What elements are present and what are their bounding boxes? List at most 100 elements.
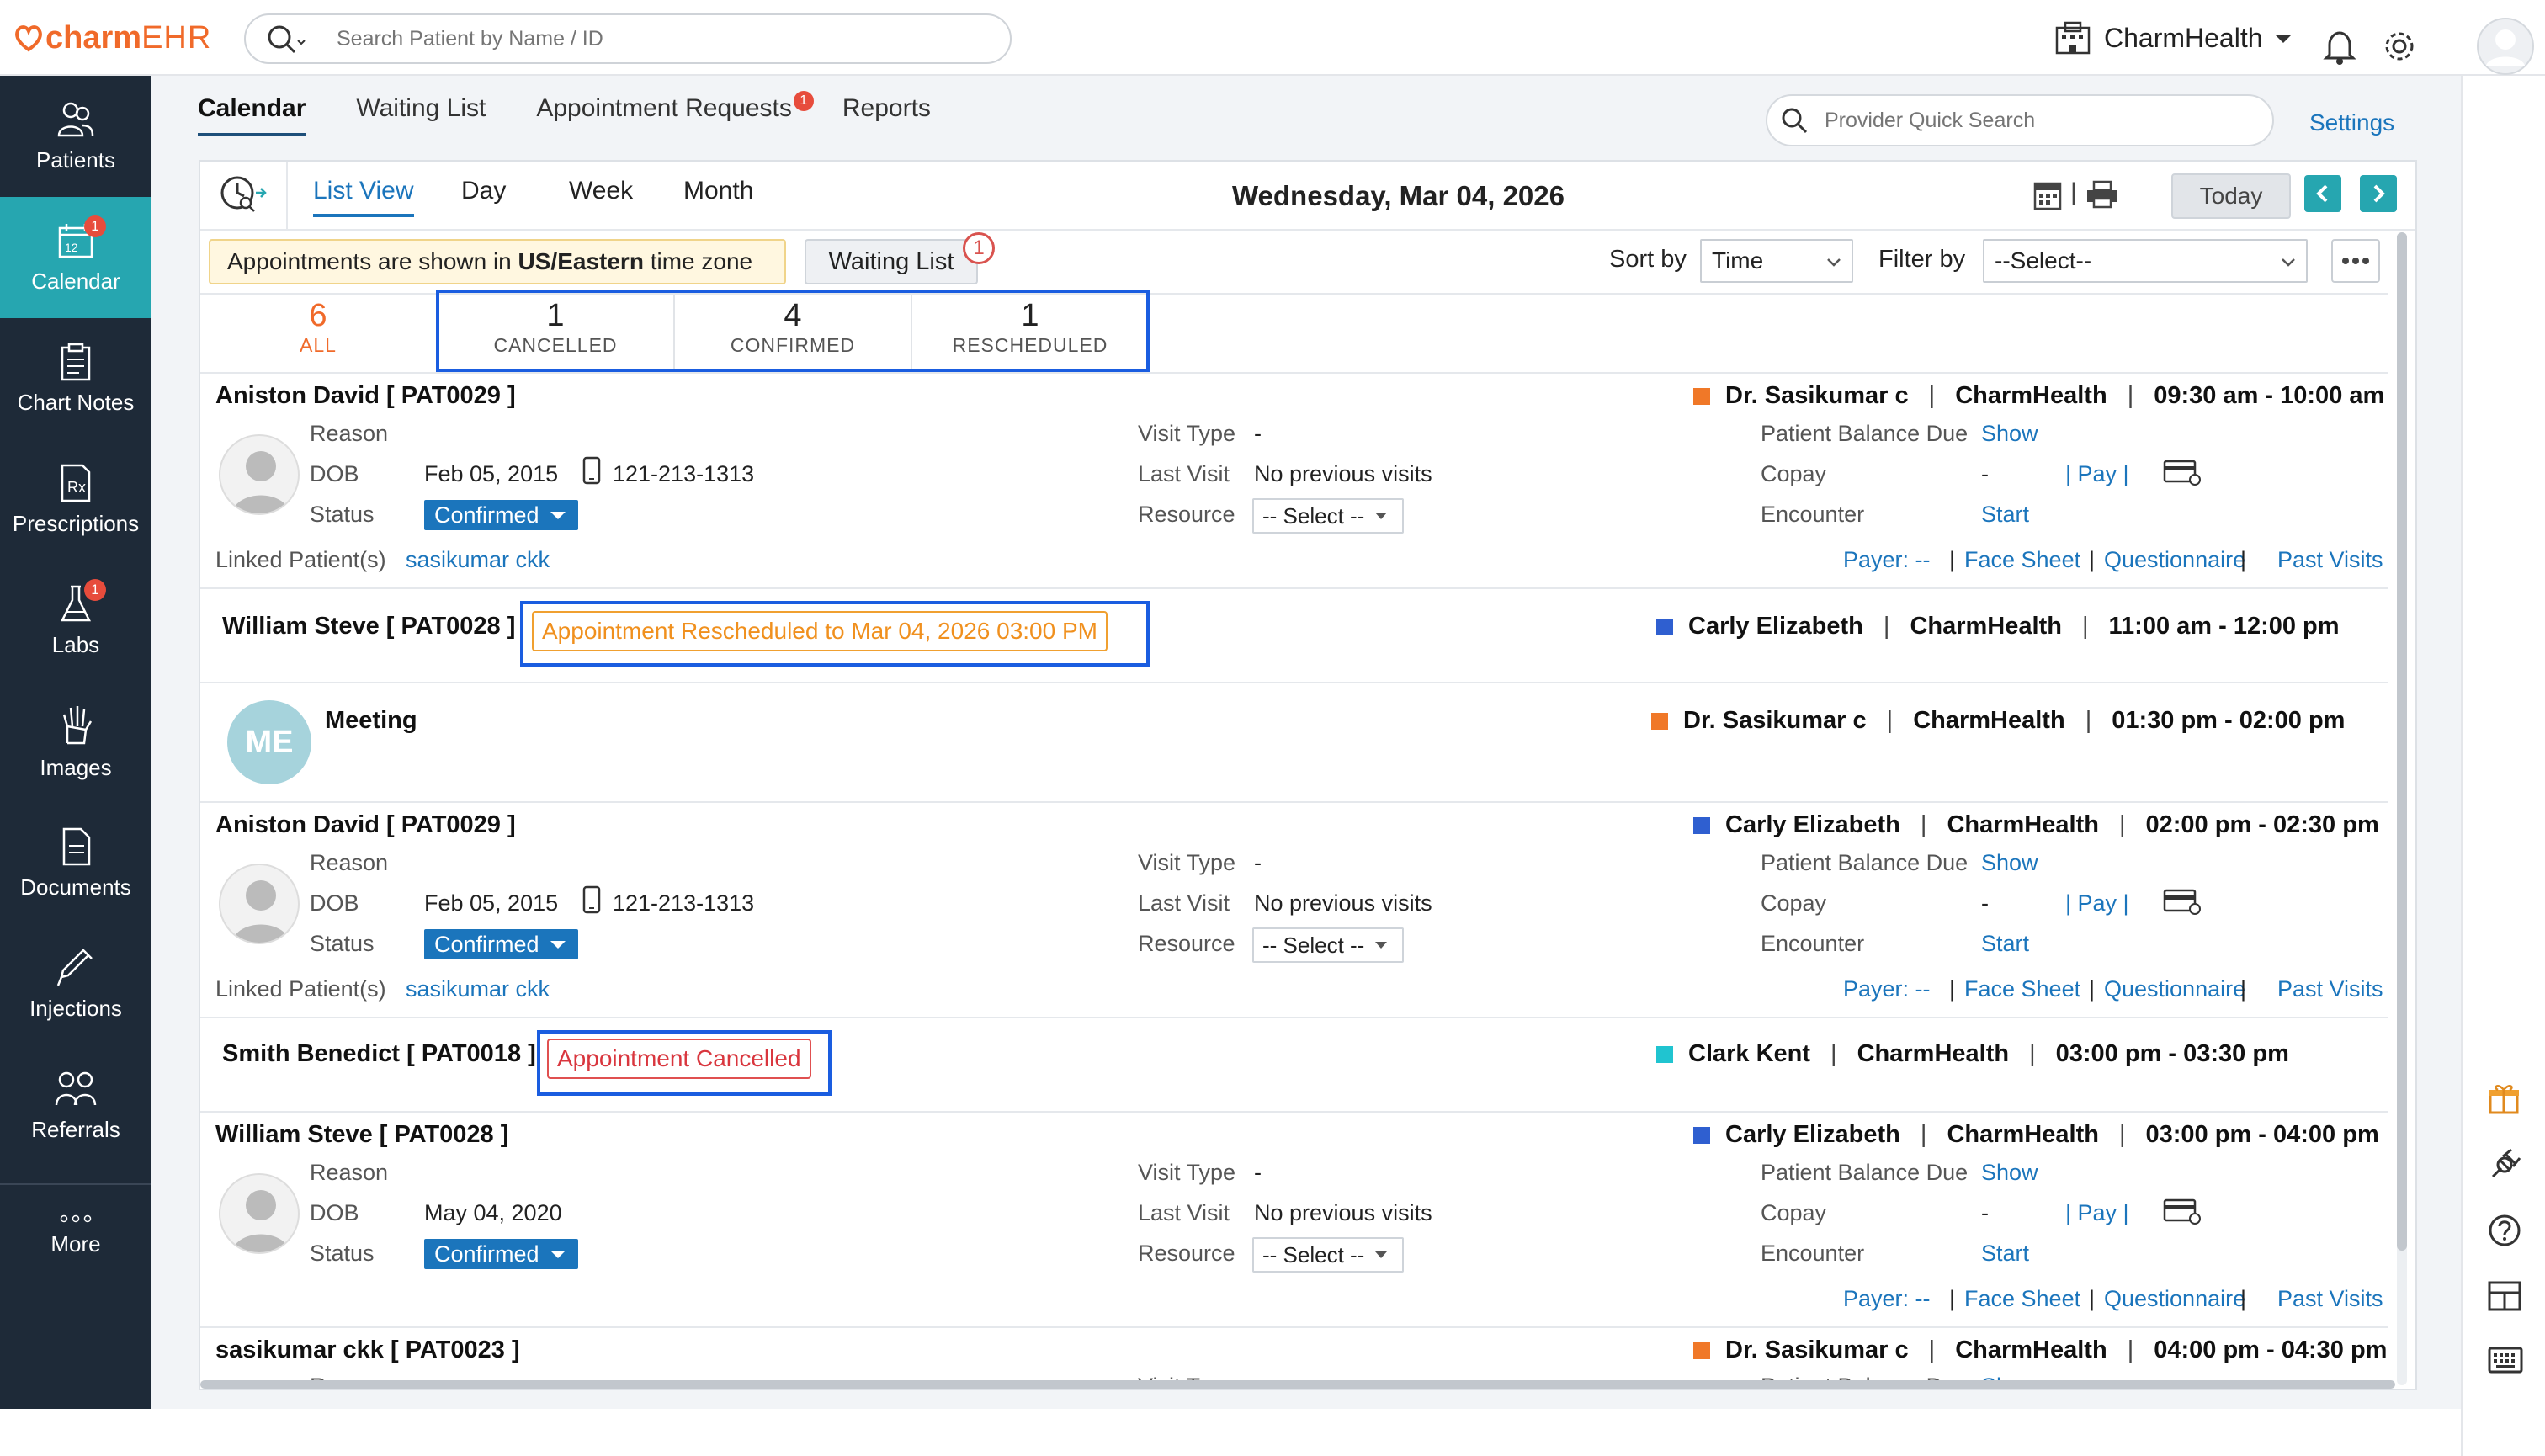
patient-search-box[interactable] — [244, 13, 1012, 64]
charmehr-logo[interactable]: charm EHR — [12, 15, 211, 61]
horizontal-scrollbar[interactable] — [200, 1380, 2395, 1389]
bell-icon[interactable] — [2323, 28, 2356, 65]
sidebar-item-more[interactable]: More — [0, 1185, 151, 1286]
visit-type-label: Visit Type — [1138, 1374, 1235, 1380]
linked-patient-link[interactable]: sasikumar ckk — [406, 976, 550, 1002]
card-payment-icon[interactable] — [2163, 887, 2202, 916]
pay-link[interactable]: | Pay | — [2065, 890, 2129, 917]
sidebar-item-prescriptions[interactable]: Rx Prescriptions — [0, 439, 151, 561]
prev-day-button[interactable] — [2304, 175, 2341, 212]
past-visits-link[interactable]: Past Visits — [2277, 1286, 2383, 1312]
keyboard-icon[interactable] — [2488, 1347, 2523, 1374]
pay-link[interactable]: | Pay | — [2065, 1200, 2129, 1226]
today-button[interactable]: Today — [2171, 173, 2291, 219]
status-value: Confirmed — [434, 931, 539, 957]
next-day-button[interactable] — [2360, 175, 2397, 212]
calendar-picker-icon[interactable] — [2033, 178, 2062, 210]
view-list[interactable]: List View — [313, 177, 414, 217]
sidebar-item-injections[interactable]: Injections — [0, 924, 151, 1045]
status-dropdown[interactable]: Confirmed — [424, 929, 578, 959]
show-balance-link[interactable]: Show — [1981, 850, 2038, 876]
face-sheet-link[interactable]: Face Sheet — [1964, 1286, 2080, 1312]
resource-select[interactable]: -- Select -- — [1252, 927, 1404, 963]
view-week[interactable]: Week — [569, 177, 633, 205]
patient-name[interactable]: Aniston David [ PAT0029 ] — [215, 382, 516, 410]
provider-name: Clark Kent — [1688, 1040, 1811, 1067]
linked-patient-link[interactable]: sasikumar ckk — [406, 547, 550, 573]
patient-search-input[interactable] — [337, 26, 1010, 51]
show-balance-link[interactable]: Show — [1981, 1160, 2038, 1186]
vertical-scrollbar[interactable] — [2397, 232, 2407, 1385]
view-day[interactable]: Day — [461, 177, 506, 205]
payer-link[interactable]: Payer: -- — [1843, 547, 1931, 573]
separator: | — [1949, 547, 1956, 572]
sidebar-item-labs[interactable]: 1 Labs — [0, 561, 151, 682]
appointment-row[interactable]: Aniston David [ PAT0029 ] Reason DOB Feb… — [200, 803, 2388, 1018]
sort-by-select[interactable]: Time — [1700, 239, 1853, 283]
sidebar-item-documents[interactable]: Documents — [0, 803, 151, 924]
patient-name[interactable]: Aniston David [ PAT0029 ] — [215, 811, 516, 839]
start-encounter-link[interactable]: Start — [1981, 931, 2029, 957]
count-all[interactable]: 6 ALL — [200, 295, 436, 372]
tab-reports[interactable]: Reports — [842, 94, 931, 136]
tz-suffix: time zone — [643, 248, 753, 274]
settings-link[interactable]: Settings — [2309, 109, 2394, 136]
appointment-row-rescheduled[interactable]: William Steve [ PAT0028 ] Appointment Re… — [200, 589, 2388, 683]
sidebar-item-chart-notes[interactable]: Chart Notes — [0, 318, 151, 439]
sidebar-item-images[interactable]: Images — [0, 682, 151, 803]
gift-icon[interactable] — [2488, 1082, 2520, 1114]
patient-name[interactable]: William Steve [ PAT0028 ] — [215, 1121, 508, 1149]
provider-search-input[interactable] — [1825, 108, 2096, 133]
filter-by-select[interactable]: --Select-- — [1983, 239, 2308, 283]
separator: | — [1920, 1121, 1927, 1148]
gear-icon[interactable] — [2382, 29, 2417, 64]
questionnaire-link[interactable]: Questionnaire — [2104, 976, 2245, 1002]
face-sheet-link[interactable]: Face Sheet — [1964, 976, 2080, 1002]
resource-select[interactable]: -- Select -- — [1252, 498, 1404, 534]
provider-quick-search[interactable] — [1766, 94, 2274, 146]
user-avatar-icon[interactable] — [2476, 17, 2535, 76]
show-balance-link[interactable]: Show — [1981, 421, 2038, 447]
sidebar-item-patients[interactable]: Patients — [0, 76, 151, 197]
more-options-button[interactable] — [2331, 239, 2380, 283]
print-icon[interactable] — [2085, 180, 2119, 209]
timezone-clock-button[interactable] — [200, 162, 288, 229]
org-switcher[interactable]: CharmHealth — [2054, 17, 2307, 59]
meeting-title[interactable]: Meeting — [325, 707, 417, 735]
appointment-row[interactable]: sasikumar ckk [ PAT0023 ] Reason Visit T… — [200, 1328, 2388, 1380]
patient-name[interactable]: Smith Benedict [ PAT0018 ] — [222, 1040, 536, 1068]
appointment-row[interactable]: Aniston David [ PAT0029 ] Reason DOB Feb… — [200, 374, 2388, 589]
layout-panel-icon[interactable] — [2488, 1281, 2521, 1311]
show-balance-link[interactable]: Show — [1981, 1374, 2038, 1380]
meeting-row[interactable]: ME Meeting Dr. Sasikumar c | CharmHealth | 0… — [200, 683, 2388, 803]
questionnaire-link[interactable]: Questionnaire — [2104, 547, 2245, 573]
payer-link[interactable]: Payer: -- — [1843, 976, 1931, 1002]
patient-name[interactable]: sasikumar ckk [ PAT0023 ] — [215, 1336, 520, 1364]
questionnaire-link[interactable]: Questionnaire — [2104, 1286, 2245, 1312]
past-visits-link[interactable]: Past Visits — [2277, 976, 2383, 1002]
payer-link[interactable]: Payer: -- — [1843, 1286, 1931, 1312]
tab-waiting-list[interactable]: Waiting List — [356, 94, 486, 136]
pay-link[interactable]: | Pay | — [2065, 461, 2129, 487]
face-sheet-link[interactable]: Face Sheet — [1964, 547, 2080, 573]
status-dropdown[interactable]: Confirmed — [424, 1239, 578, 1269]
appointment-row[interactable]: William Steve [ PAT0028 ] Reason DOB May… — [200, 1113, 2388, 1328]
scrollbar-thumb[interactable] — [2397, 232, 2407, 1251]
waiting-list-button[interactable]: Waiting List — [805, 239, 978, 284]
card-payment-icon[interactable] — [2163, 458, 2202, 486]
tab-appointment-requests[interactable]: Appointment Requests 1 — [536, 91, 814, 136]
patient-name[interactable]: William Steve [ PAT0028 ] — [222, 613, 515, 640]
resource-select[interactable]: -- Select -- — [1252, 1237, 1404, 1273]
status-dropdown[interactable]: Confirmed — [424, 500, 578, 530]
card-payment-icon[interactable] — [2163, 1197, 2202, 1225]
sidebar-item-referrals[interactable]: Referrals — [0, 1045, 151, 1166]
tab-calendar[interactable]: Calendar — [198, 94, 306, 136]
start-encounter-link[interactable]: Start — [1981, 1241, 2029, 1267]
view-month[interactable]: Month — [683, 177, 753, 205]
start-encounter-link[interactable]: Start — [1981, 502, 2029, 528]
help-icon[interactable] — [2488, 1214, 2521, 1247]
past-visits-link[interactable]: Past Visits — [2277, 547, 2383, 573]
sidebar-item-calendar[interactable]: 12 1 Calendar — [0, 197, 151, 318]
appointment-row-cancelled[interactable]: Smith Benedict [ PAT0018 ] Appointment C… — [200, 1018, 2388, 1113]
plugin-icon[interactable] — [2488, 1148, 2521, 1182]
